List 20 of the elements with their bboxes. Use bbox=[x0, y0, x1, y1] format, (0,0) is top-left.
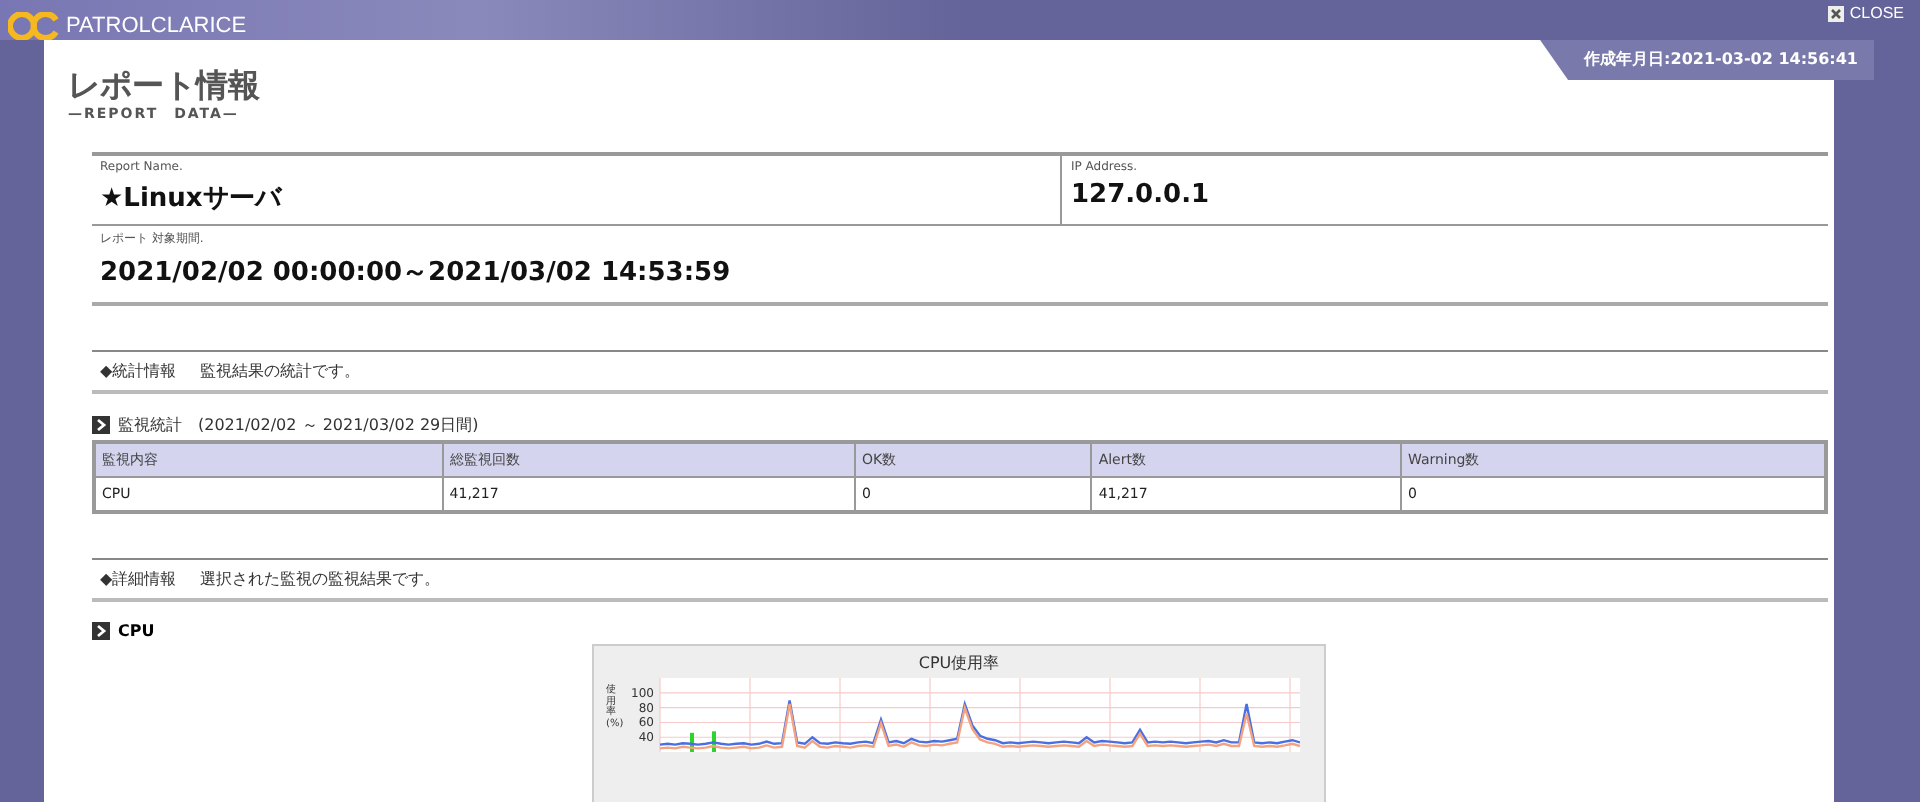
table-title: 監視統計 (2021/02/02 ～ 2021/03/02 29日間) bbox=[118, 414, 479, 436]
page-title: レポート情報 bbox=[68, 68, 262, 104]
report-period: 2021/02/02 00:00:00～2021/03/02 14:53:59 bbox=[100, 256, 733, 290]
marker-line bbox=[712, 731, 716, 752]
logo-text: PATROLCLARICE bbox=[66, 14, 247, 38]
section-title: ◆統計情報 bbox=[100, 360, 177, 382]
arrow-icon bbox=[92, 416, 110, 434]
arrow-icon bbox=[92, 622, 110, 640]
created-date-tag: 作成年月日:2021-03-02 14:56:41 bbox=[1540, 40, 1874, 80]
ip-address: 127.0.0.1 bbox=[1070, 180, 1212, 210]
close-icon bbox=[1827, 5, 1844, 21]
report-name: ★Linuxサーバ bbox=[100, 182, 285, 216]
marker-line bbox=[690, 732, 694, 752]
logo-icon bbox=[8, 12, 60, 40]
section-title: ◆詳細情報 bbox=[100, 568, 177, 590]
section-description: 監視結果の統計です。 bbox=[200, 360, 361, 382]
chart-title: CPU使用率 bbox=[918, 652, 1000, 674]
monitor-heading: CPU bbox=[118, 622, 155, 640]
close-button[interactable]: CLOSE bbox=[1827, 4, 1904, 22]
section-description: 選択された監視の監視結果です。 bbox=[200, 568, 441, 590]
